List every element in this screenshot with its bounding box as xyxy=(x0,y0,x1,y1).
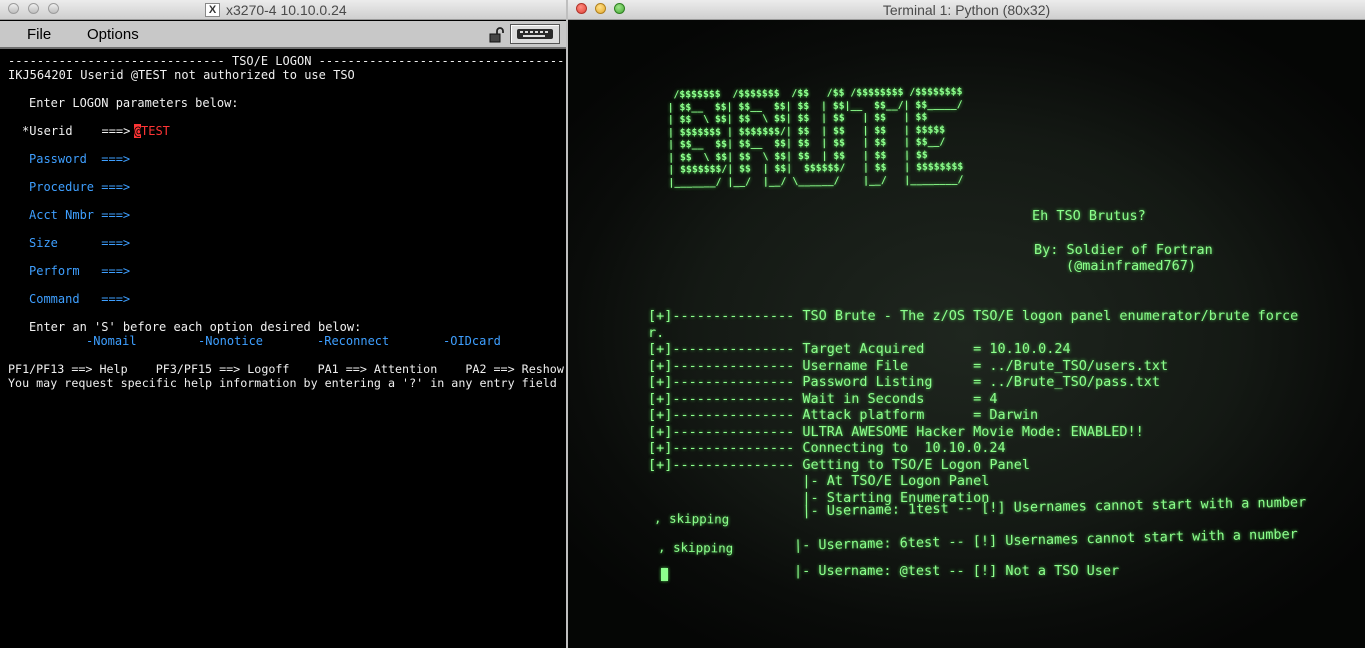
terminal-window: Terminal 1: Python (80x32) /$$$$$$$ /$$$… xyxy=(568,0,1365,648)
unlock-icon[interactable] xyxy=(488,27,504,43)
author-handle: (@mainframed767) xyxy=(1066,258,1197,274)
log-line-6test: |- Username: 6test -- [!] Usernames cann… xyxy=(793,526,1299,554)
option-nomail[interactable]: -Nomail xyxy=(86,334,137,348)
log-line: |- At TSO/E Logon Panel xyxy=(648,473,990,489)
x3270-menubar: File Options xyxy=(0,21,566,49)
error-message: IKJ56420I Userid @TEST not authorized to… xyxy=(8,68,355,82)
window-title: x3270-4 10.10.0.24 xyxy=(226,2,347,18)
instructions: Enter LOGON parameters below: xyxy=(29,96,239,110)
option-reconnect[interactable]: -Reconnect xyxy=(317,334,389,348)
options-prompt: Enter an 'S' before each option desired … xyxy=(29,320,362,334)
crt-screen[interactable]: /$$$$$$$ /$$$$$$$ /$$ /$$ /$$$$$$$$ /$$$… xyxy=(568,20,1365,648)
x3270-titlebar[interactable]: X x3270-4 10.10.0.24 xyxy=(0,0,566,20)
option-oidcard[interactable]: -OIDcard xyxy=(443,334,501,348)
perform-label: Perform ===> xyxy=(29,264,131,278)
x3270-window: X x3270-4 10.10.0.24 File Options ------… xyxy=(0,0,572,648)
terminal-titlebar[interactable]: Terminal 1: Python (80x32) xyxy=(568,0,1365,20)
size-label: Size ===> xyxy=(29,236,131,250)
skipping-note-1: , skipping xyxy=(653,510,730,527)
log-line: [+]--------------- Getting to TSO/E Logo… xyxy=(648,456,1031,473)
command-label: Command ===> xyxy=(29,292,131,306)
log-line: [+]--------------- Target Acquired = 10.… xyxy=(648,341,1071,357)
userid-value: TEST xyxy=(141,124,170,138)
log-output: [+]--------------- TSO Brute - The z/OS … xyxy=(648,308,1306,523)
text-cursor: @ xyxy=(134,124,142,138)
procedure-label: Procedure ===> xyxy=(29,180,131,194)
menu-options[interactable]: Options xyxy=(87,26,139,43)
close-button[interactable] xyxy=(8,3,19,14)
userid-field[interactable]: @TEST xyxy=(134,124,170,138)
window-title: Terminal 1: Python (80x32) xyxy=(882,2,1051,18)
log-line: r. xyxy=(648,324,665,341)
log-line: [+]--------------- TSO Brute - The z/OS … xyxy=(648,308,1299,324)
log-line: [+]--------------- Attack platform = Dar… xyxy=(648,407,1039,423)
log-line: [+]--------------- Connecting to 10.10.0… xyxy=(648,440,1006,456)
banner-art-line: |_______/ |__/ |__/ \______/ |__/ |_____… xyxy=(668,173,964,189)
terminal-cursor xyxy=(661,568,668,581)
pf-key-legend: PF1/PF13 ==> Help PF3/PF15 ==> Logoff PA… xyxy=(8,362,564,376)
log-line: [+]--------------- Password Listing = ..… xyxy=(648,374,1161,390)
log-line: [+]--------------- ULTRA AWESOME Hacker … xyxy=(648,423,1144,440)
menu-file[interactable]: File xyxy=(27,26,51,43)
panel-header: ------------------------------ TSO/E LOG… xyxy=(8,54,572,68)
tagline: Eh TSO Brutus? xyxy=(1032,208,1146,224)
brute-banner-art: /$$$$$$$ /$$$$$$$ /$$ /$$ /$$$$$$$$ /$$$… xyxy=(667,86,964,189)
log-line-attest: |- Username: @test -- [!] Not a TSO User xyxy=(794,563,1120,579)
keypad-button[interactable] xyxy=(510,24,560,44)
byline: By: Soldier of Fortran xyxy=(1034,242,1213,258)
zoom-button[interactable] xyxy=(48,3,59,14)
log-line: [+]--------------- Wait in Seconds = 4 xyxy=(648,390,998,407)
log-line: [+]--------------- Username File = ../Br… xyxy=(648,357,1169,374)
acct-nmbr-label: Acct Nmbr ===> xyxy=(29,208,131,222)
help-hint: You may request specific help informatio… xyxy=(8,376,557,390)
keyboard-icon xyxy=(517,29,553,39)
x11-icon: X xyxy=(205,3,220,17)
option-nonotice[interactable]: -Nonotice xyxy=(198,334,263,348)
userid-label: *Userid ===> xyxy=(22,124,131,138)
minimize-button[interactable] xyxy=(28,3,39,14)
skipping-note-2: , skipping xyxy=(657,539,734,556)
password-label: Password ===> xyxy=(29,152,131,166)
